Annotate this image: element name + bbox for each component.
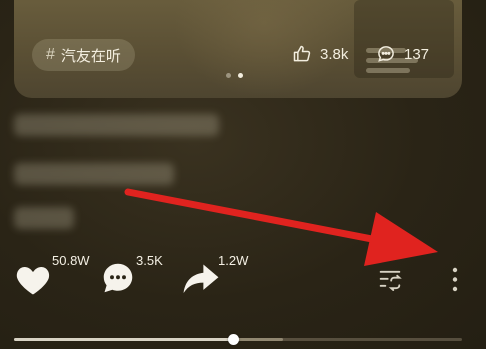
share-count-label: 1.2W	[218, 253, 249, 268]
playlist-loop-button[interactable]	[376, 266, 404, 294]
progress-played	[14, 338, 234, 341]
share-arrow-icon	[183, 264, 219, 294]
more-options-button[interactable]	[446, 264, 464, 296]
comment-count-label: 3.5K	[136, 253, 163, 268]
progress-knob[interactable]	[228, 334, 240, 345]
share-button[interactable]	[182, 260, 220, 296]
like-button[interactable]	[14, 262, 52, 296]
chat-bubble-icon	[103, 263, 133, 293]
like-count-label: 50.8W	[52, 253, 90, 268]
annotation-arrow	[124, 188, 438, 266]
video-progress-bar[interactable]	[14, 334, 462, 345]
progress-buffered	[233, 338, 283, 341]
playlist-loop-icon	[379, 270, 402, 291]
heart-icon	[16, 266, 50, 295]
comment-button[interactable]	[100, 260, 136, 296]
more-vertical-icon	[452, 267, 458, 292]
